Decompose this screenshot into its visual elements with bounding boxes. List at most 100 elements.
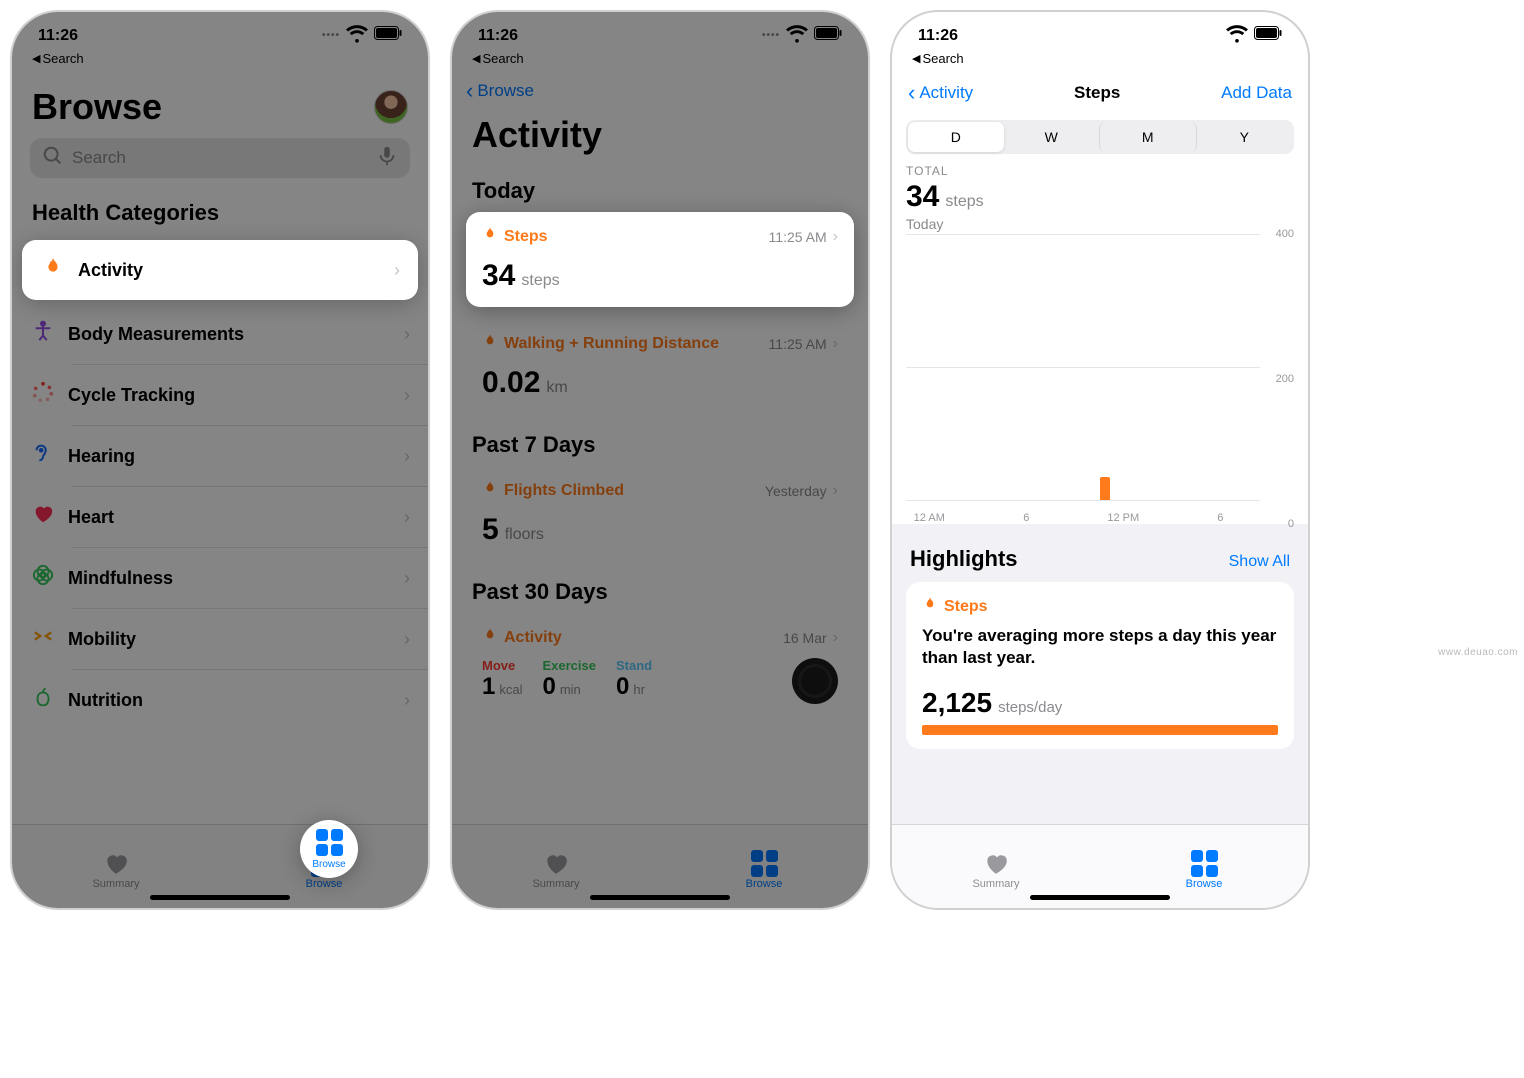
nav-back-activity[interactable]: ‹Activity: [908, 80, 973, 106]
highlight-message: You're averaging more steps a day this y…: [922, 617, 1278, 669]
highlight-steps-card[interactable]: Steps You're averaging more steps a day …: [906, 582, 1294, 749]
nav-back-browse[interactable]: ‹Browse: [452, 72, 868, 108]
chevron-left-icon: ‹: [908, 80, 915, 106]
add-data-button[interactable]: Add Data: [1221, 83, 1292, 103]
steps-bar-chart[interactable]: 400 200 0 12 AM 6 12 PM 6: [906, 234, 1294, 524]
battery-icon: [1254, 26, 1282, 45]
back-to-search[interactable]: ◀Search: [12, 51, 428, 72]
home-indicator[interactable]: [590, 895, 730, 900]
steps-unit: steps: [521, 272, 559, 290]
flame-icon: [482, 480, 498, 501]
chevron-right-icon: ›: [833, 629, 838, 647]
distance-value: 0.02: [482, 366, 540, 400]
battery-icon: [374, 26, 402, 45]
walking-distance-card[interactable]: Walking + Running Distance 11:25 AM › 0.…: [466, 319, 854, 414]
search-field[interactable]: Search: [30, 138, 410, 178]
category-mindfulness[interactable]: Mindfulness ›: [12, 548, 428, 608]
activity-rings-card[interactable]: Activity 16 Mar › Move1kcal Exercise0min…: [466, 613, 854, 718]
chevron-right-icon: ›: [404, 324, 410, 345]
tab-bar: Summary Browse: [452, 824, 868, 908]
category-mobility[interactable]: Mobility ›: [12, 609, 428, 669]
x-tick: 6: [1023, 512, 1029, 524]
grid-icon: [1191, 850, 1218, 878]
move-unit: kcal: [499, 682, 522, 697]
heart-icon: [983, 850, 1009, 878]
tab-label: Summary: [92, 878, 139, 890]
phone-screenshot-steps: 11:26 ◀Search ‹Activity Steps Add Data D…: [890, 10, 1310, 910]
category-heart[interactable]: Heart ›: [12, 487, 428, 547]
category-label: Cycle Tracking: [68, 385, 195, 406]
phone-screenshot-browse: 11:26 •••• ◀Search Browse Search Health …: [10, 10, 430, 910]
stand-value: 0: [616, 673, 629, 701]
highlight-value: 2,125: [922, 687, 992, 719]
apple-icon: [32, 686, 68, 714]
home-indicator[interactable]: [1030, 895, 1170, 900]
category-body-measurements[interactable]: Body Measurements ›: [12, 304, 428, 364]
category-label: Activity: [78, 260, 143, 281]
back-to-search[interactable]: ◀Search: [452, 51, 868, 72]
ear-icon: [32, 442, 68, 470]
chevron-right-icon: ›: [833, 228, 838, 246]
segment-year[interactable]: Y: [1197, 122, 1293, 152]
segment-month[interactable]: M: [1099, 122, 1197, 152]
health-categories-heading: Health Categories: [12, 178, 428, 236]
flights-value: 5: [482, 513, 499, 547]
card-label: Flights Climbed: [504, 482, 624, 500]
show-all-button[interactable]: Show All: [1229, 553, 1290, 571]
chevron-right-icon: ›: [404, 568, 410, 589]
card-label: Walking + Running Distance: [504, 335, 719, 353]
chevron-right-icon: ›: [404, 690, 410, 711]
total-value: 34: [906, 180, 939, 214]
category-nutrition[interactable]: Nutrition ›: [12, 670, 428, 730]
category-label: Hearing: [68, 446, 135, 467]
y-tick: 200: [1276, 373, 1294, 385]
card-label: Activity: [504, 629, 562, 647]
navigation-bar: ‹Activity Steps Add Data: [892, 72, 1308, 114]
status-bar: 11:26 ••••: [452, 12, 868, 51]
tab-label: Browse: [746, 878, 783, 890]
heart-icon: [32, 503, 68, 531]
x-tick: 12 PM: [1107, 512, 1139, 524]
cellular-dots-icon: ••••: [762, 30, 780, 41]
status-bar: 11:26 ••••: [12, 12, 428, 51]
steps-card[interactable]: Steps 11:25 AM › 34steps: [466, 212, 854, 307]
home-indicator[interactable]: [150, 895, 290, 900]
heart-icon: [543, 850, 569, 878]
category-cycle-tracking[interactable]: Cycle Tracking ›: [12, 365, 428, 425]
exercise-label: Exercise: [542, 658, 596, 673]
flame-icon: [482, 226, 498, 247]
distance-unit: km: [546, 379, 567, 397]
chevron-right-icon: ›: [404, 629, 410, 650]
mic-icon[interactable]: [376, 145, 398, 172]
back-to-search[interactable]: ◀Search: [892, 51, 1308, 72]
category-hearing[interactable]: Hearing ›: [12, 426, 428, 486]
card-time: 11:25 AM: [769, 229, 827, 245]
chart-bar: [1100, 477, 1110, 500]
profile-avatar[interactable]: [374, 90, 408, 124]
y-tick: 400: [1276, 228, 1294, 240]
chevron-right-icon: ›: [394, 260, 400, 281]
tab-bar: Summary Browse: [12, 824, 428, 908]
search-icon: [42, 145, 64, 172]
watermark: www.deuao.com: [1438, 647, 1518, 658]
battery-icon: [814, 26, 842, 45]
chevron-right-icon: ›: [404, 507, 410, 528]
category-list: Activity › Body Measurements › Cycle Tra…: [12, 240, 428, 730]
chart-summary: TOTAL 34steps Today 400 200 0 12 AM 6 12…: [906, 164, 1294, 524]
category-activity[interactable]: Activity ›: [22, 240, 418, 300]
total-caption: Today: [906, 214, 1294, 232]
highlight-unit: steps/day: [998, 699, 1062, 716]
flights-unit: floors: [505, 526, 544, 544]
chevron-left-icon: ‹: [466, 78, 473, 104]
flame-icon: [482, 627, 498, 648]
status-time: 11:26: [478, 27, 518, 45]
flights-climbed-card[interactable]: Flights Climbed Yesterday › 5floors: [466, 466, 854, 561]
time-range-segment[interactable]: D W M Y: [906, 120, 1294, 154]
card-time: 16 Mar: [783, 630, 827, 646]
segment-day[interactable]: D: [908, 122, 1004, 152]
category-label: Mobility: [68, 629, 136, 650]
section-past30: Past 30 Days: [452, 561, 868, 613]
browse-tab-highlight[interactable]: Browse: [300, 820, 358, 878]
category-label: Mindfulness: [68, 568, 173, 589]
segment-week[interactable]: W: [1004, 122, 1100, 152]
